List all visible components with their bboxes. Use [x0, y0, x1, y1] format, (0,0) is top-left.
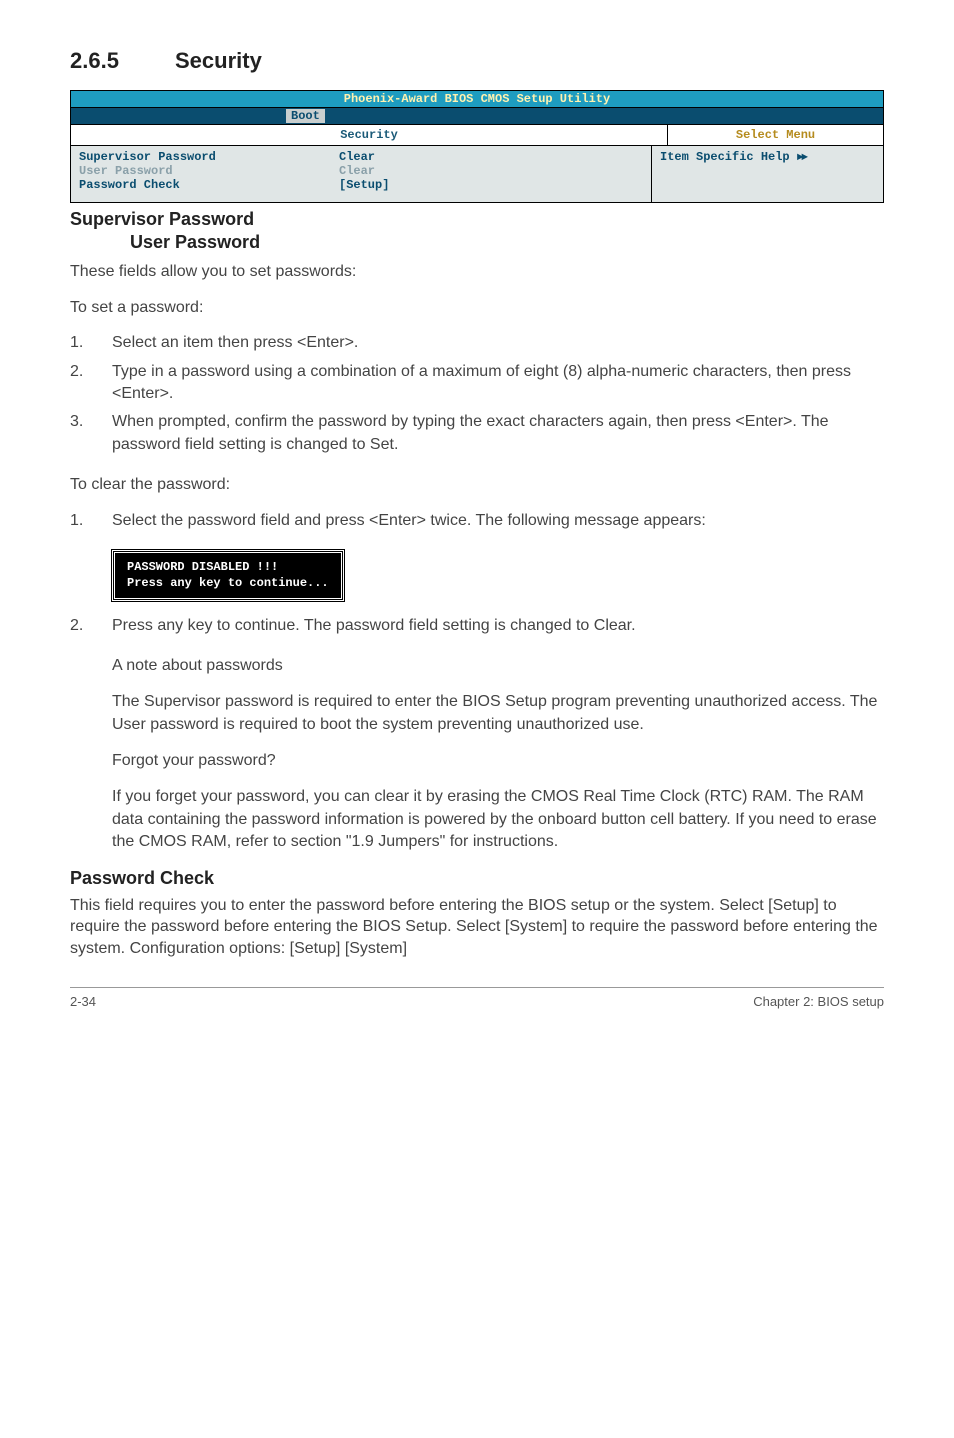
list-item: 3.When prompted, confirm the password by… — [70, 411, 884, 456]
supervisor-password-heading: Supervisor Password — [70, 209, 884, 230]
clear-password-steps-2: 2.Press any key to continue. The passwor… — [70, 615, 884, 637]
password-check-body: This field requires you to enter the pas… — [70, 895, 884, 960]
bios-header-security: Security — [71, 125, 668, 145]
bios-row-user: User Password Clear — [79, 164, 643, 178]
set-password-steps: 1.Select an item then press <Enter>. 2.T… — [70, 332, 884, 456]
bios-tab-boot: Boot — [286, 109, 325, 123]
bios-help-pane: Item Specific Help ►► — [652, 146, 883, 202]
list-item: 2.Type in a password using a combination… — [70, 361, 884, 406]
bios-value: Clear — [339, 164, 375, 178]
footer-chapter: Chapter 2: BIOS setup — [753, 994, 884, 1009]
clear-intro: To clear the password: — [70, 474, 884, 496]
user-password-heading: User Password — [70, 232, 884, 253]
bios-title: Phoenix-Award BIOS CMOS Setup Utility — [71, 91, 883, 108]
section-title: Security — [175, 48, 262, 73]
note-body-1: The Supervisor password is required to e… — [112, 691, 884, 736]
password-check-heading: Password Check — [70, 868, 884, 889]
note-heading-1: A note about passwords — [112, 655, 884, 677]
list-item: 1.Select the password field and press <E… — [70, 510, 884, 532]
intro-text-2: To set a password: — [70, 297, 884, 319]
bios-label: User Password — [79, 164, 339, 178]
bios-row-pwcheck: Password Check [Setup] — [79, 178, 643, 192]
bios-label: Supervisor Password — [79, 150, 339, 164]
section-heading: 2.6.5Security — [70, 48, 884, 74]
bios-label: Password Check — [79, 178, 339, 192]
note-body-2: If you forget your password, you can cle… — [112, 786, 884, 853]
page-footer: 2-34 Chapter 2: BIOS setup — [70, 987, 884, 1009]
password-note-block: A note about passwords The Supervisor pa… — [70, 655, 884, 854]
bios-value: [Setup] — [339, 178, 389, 192]
bios-help-label: Item Specific Help — [660, 150, 790, 164]
intro-text-1: These fields allow you to set passwords: — [70, 261, 884, 283]
bios-header-selectmenu: Select Menu — [668, 125, 883, 145]
list-item: 2.Press any key to continue. The passwor… — [70, 615, 884, 637]
bios-tabbar: Boot — [71, 108, 883, 125]
list-item: 1.Select an item then press <Enter>. — [70, 332, 884, 354]
msg-line-2: Press any key to continue... — [127, 575, 329, 591]
bios-settings-pane: Supervisor Password Clear User Password … — [71, 146, 652, 202]
password-disabled-message: PASSWORD DISABLED !!! Press any key to c… — [112, 550, 344, 600]
clear-password-steps-1: 1.Select the password field and press <E… — [70, 510, 884, 532]
bios-value: Clear — [339, 150, 375, 164]
section-number: 2.6.5 — [70, 48, 175, 74]
footer-page-number: 2-34 — [70, 994, 96, 1009]
note-heading-2: Forgot your password? — [112, 750, 884, 772]
bios-row-supervisor: Supervisor Password Clear — [79, 150, 643, 164]
msg-line-1: PASSWORD DISABLED !!! — [127, 559, 329, 575]
bios-screenshot: Phoenix-Award BIOS CMOS Setup Utility Bo… — [70, 90, 884, 203]
arrow-right-icon: ►► — [797, 152, 806, 164]
bios-column-headers: Security Select Menu — [71, 125, 883, 146]
